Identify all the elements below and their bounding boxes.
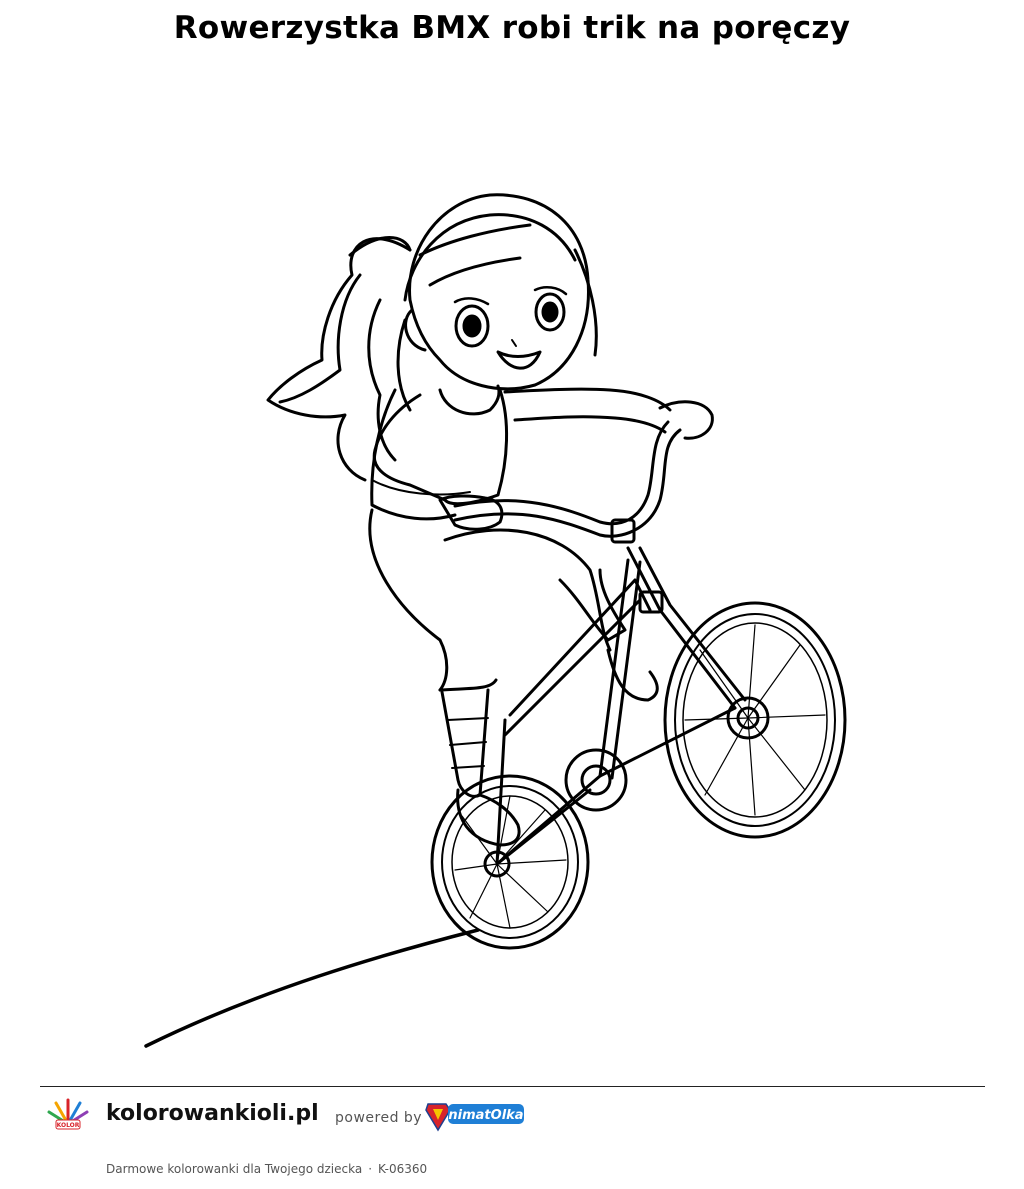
girl-hair [266, 236, 412, 482]
footer-divider [40, 1086, 985, 1087]
powered-by-label: powered by [335, 1110, 423, 1126]
ground-line [144, 928, 480, 1048]
bike-frame [495, 518, 747, 866]
girl-head [403, 193, 598, 391]
page-title: Rowerzystka BMX robi trik na poręczy [173, 10, 851, 46]
site-logo-icon[interactable]: KOLOR [44, 1094, 92, 1142]
svg-text:nimatOlka: nimatOlka [448, 1108, 523, 1123]
rear-wheel [430, 774, 590, 950]
girl-torso [370, 384, 714, 531]
front-wheel [663, 601, 847, 839]
svg-text:KOLOR: KOLOR [57, 1122, 80, 1129]
page-code: K-06360 [378, 1162, 428, 1176]
handlebars [453, 420, 682, 538]
footer-tagline: Darmowe kolorowanki dla Twojego dziecka ·… [106, 1162, 427, 1176]
animatolka-logo[interactable]: nimatOlka [424, 1098, 526, 1134]
tagline-text: Darmowe kolorowanki dla Twojego dziecka [106, 1162, 363, 1176]
site-name-link[interactable]: kolorowankioli.pl [106, 1101, 319, 1126]
tagline-separator: · [368, 1162, 373, 1176]
coloring-illustration [144, 193, 847, 1048]
